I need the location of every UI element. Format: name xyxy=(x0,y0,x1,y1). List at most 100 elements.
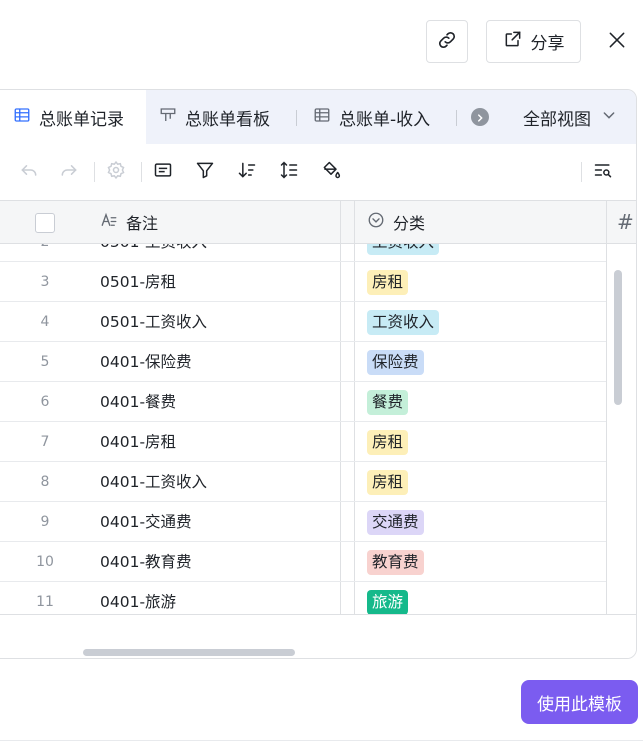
close-button[interactable] xyxy=(603,28,631,56)
row-number: 9 xyxy=(40,514,50,530)
row-number: 8 xyxy=(40,474,50,490)
table-header: 备注 分类 # xyxy=(0,200,636,244)
table-row[interactable]: 4 0501-工资收入 工资收入 xyxy=(0,302,606,342)
row-number: 4 xyxy=(40,314,50,330)
table-row[interactable]: 10 0401-教育费 教育费 xyxy=(0,542,606,582)
sort-icon xyxy=(237,160,257,184)
search-list-icon xyxy=(593,160,613,184)
tab-label: 总账单-收入 xyxy=(339,109,431,130)
row-height-icon xyxy=(279,160,299,184)
tab-records[interactable]: 总账单记录 xyxy=(0,90,146,144)
column-header-number[interactable]: # xyxy=(617,201,634,243)
tab-label: 总账单看板 xyxy=(185,109,270,130)
row-number: 2 xyxy=(9,244,81,262)
paint-bucket-icon xyxy=(321,160,341,184)
chevron-down-icon xyxy=(601,107,617,128)
undo-button[interactable] xyxy=(17,160,41,184)
note-cell: 0401-餐费 xyxy=(100,393,177,411)
category-tag: 工资收入 xyxy=(367,244,440,255)
vertical-scrollbar[interactable] xyxy=(614,270,622,405)
note-cell: 0401-房租 xyxy=(100,433,177,451)
copy-link-button[interactable] xyxy=(426,20,468,63)
view-tab-bar: 总账单记录 总账单看板 总账单-收入 全部视图 xyxy=(0,90,636,144)
all-views-dropdown[interactable]: 全部视图 xyxy=(523,90,617,144)
toolbar-divider xyxy=(141,162,142,182)
row-height-button[interactable] xyxy=(277,160,301,184)
column-header-note[interactable]: 备注 xyxy=(100,201,158,243)
row-number: 7 xyxy=(40,434,50,450)
grid-icon xyxy=(13,106,31,129)
filter-button[interactable] xyxy=(193,160,217,184)
search-button[interactable] xyxy=(591,160,615,184)
table-footer xyxy=(0,614,636,658)
field-settings-button[interactable] xyxy=(151,160,175,184)
category-tag: 房租 xyxy=(367,470,409,495)
table-row[interactable]: 11 0401-旅游 旅游 xyxy=(0,582,606,614)
table-row[interactable]: 9 0401-交通费 交通费 xyxy=(0,502,606,542)
note-cell: 0501-工资收入 xyxy=(100,313,208,331)
note-cell: 0401-旅游 xyxy=(100,593,177,611)
settings-button[interactable] xyxy=(104,160,128,184)
sort-button[interactable] xyxy=(235,160,259,184)
share-button[interactable]: 分享 xyxy=(486,20,581,63)
column-header-label: 备注 xyxy=(126,214,159,233)
bottom-divider xyxy=(0,740,643,741)
table-toolbar xyxy=(0,144,636,200)
column-header-label: # xyxy=(617,210,634,234)
horizontal-scrollbar[interactable] xyxy=(83,649,295,656)
category-tag: 保险费 xyxy=(367,350,424,375)
category-tag: 餐费 xyxy=(367,390,409,415)
note-cell: 0401-工资收入 xyxy=(100,473,208,491)
table-row[interactable]: 7 0401-房租 房租 xyxy=(0,422,606,462)
filter-icon xyxy=(195,160,215,184)
column-header-label: 分类 xyxy=(393,214,426,233)
table-row[interactable]: 8 0401-工资收入 房租 xyxy=(0,462,606,502)
category-tag: 房租 xyxy=(367,430,409,455)
redo-button[interactable] xyxy=(57,160,81,184)
grid-icon xyxy=(313,106,331,129)
table-row[interactable]: 5 0401-保险费 保险费 xyxy=(0,342,606,382)
chevron-right-icon xyxy=(475,108,485,127)
toolbar-divider xyxy=(581,162,582,182)
note-cell: 0401-教育费 xyxy=(100,553,192,571)
tab-income[interactable]: 总账单-收入 xyxy=(313,90,430,144)
note-cell: 0501-工资收入 xyxy=(100,244,207,262)
use-template-button[interactable]: 使用此模板 xyxy=(521,680,638,724)
tab-divider xyxy=(296,110,297,126)
table-body: 2 0501-工资收入 工资收入 3 0501-房租 房租 4 0501-工资收… xyxy=(0,244,636,614)
table-row[interactable]: 6 0401-餐费 餐费 xyxy=(0,382,606,422)
table-row[interactable]: 3 0501-房租 房租 xyxy=(0,262,606,302)
external-link-icon xyxy=(503,29,523,54)
column-header-category[interactable]: 分类 xyxy=(367,201,425,243)
row-number: 6 xyxy=(40,394,50,410)
all-views-label: 全部视图 xyxy=(523,109,591,130)
table-row[interactable]: 2 0501-工资收入 工资收入 xyxy=(0,244,606,262)
note-cell: 0401-交通费 xyxy=(100,513,192,531)
category-tag: 工资收入 xyxy=(367,310,440,335)
select-all-checkbox[interactable] xyxy=(35,213,55,233)
row-number: 11 xyxy=(36,594,54,610)
kanban-icon xyxy=(159,106,177,129)
text-field-icon xyxy=(100,211,118,233)
category-tag: 交通费 xyxy=(367,510,424,535)
gear-icon xyxy=(106,160,126,184)
list-card-icon xyxy=(153,160,173,184)
share-label: 分享 xyxy=(530,34,565,54)
category-tag: 房租 xyxy=(367,270,409,295)
row-number: 5 xyxy=(40,354,50,370)
close-icon xyxy=(607,30,627,54)
link-icon xyxy=(436,29,458,55)
row-number: 3 xyxy=(40,274,50,290)
note-cell: 0501-房租 xyxy=(100,273,177,291)
redo-icon xyxy=(59,160,79,184)
single-select-icon xyxy=(367,211,385,233)
toolbar-divider xyxy=(94,162,95,182)
tab-kanban[interactable]: 总账单看板 xyxy=(159,90,270,144)
category-tag: 旅游 xyxy=(367,590,409,614)
more-tabs-button[interactable] xyxy=(471,108,489,126)
tab-label: 总账单记录 xyxy=(39,109,124,130)
use-template-label: 使用此模板 xyxy=(537,694,622,715)
fill-color-button[interactable] xyxy=(319,160,343,184)
row-number: 10 xyxy=(36,554,54,570)
tab-divider xyxy=(456,110,457,126)
